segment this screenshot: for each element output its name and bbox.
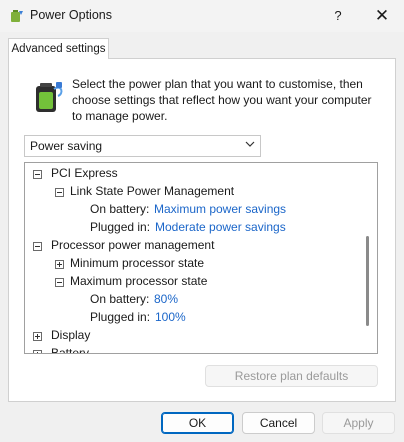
expand-icon[interactable] (33, 350, 42, 353)
expand-icon[interactable] (55, 260, 64, 269)
tree-item-max-state[interactable]: Maximum processor state (70, 272, 207, 290)
power-plan-select[interactable]: Power saving (24, 135, 261, 157)
close-button[interactable]: ✕ (360, 0, 404, 32)
collapse-icon[interactable] (33, 170, 42, 179)
tree-item-pci-express[interactable]: PCI Express (51, 164, 118, 182)
collapse-icon[interactable] (55, 188, 64, 197)
tree-item-link-state[interactable]: Link State Power Management (70, 182, 234, 200)
max-plugged-value[interactable]: 100% (155, 308, 186, 326)
window-title: Power Options (30, 8, 112, 22)
setting-label: On battery: (90, 202, 150, 216)
cancel-button[interactable]: Cancel (242, 412, 315, 434)
restore-defaults-button[interactable]: Restore plan defaults (205, 365, 378, 387)
max-on-battery-value[interactable]: 80% (154, 290, 178, 308)
collapse-icon[interactable] (55, 278, 64, 287)
tree-item-battery[interactable]: Battery (51, 344, 89, 353)
help-button[interactable]: ? (318, 0, 358, 32)
ok-button[interactable]: OK (161, 412, 234, 434)
tab-advanced-settings[interactable]: Advanced settings (8, 38, 109, 59)
tree-scrollbar[interactable] (366, 236, 369, 326)
tree-item-display[interactable]: Display (51, 326, 90, 344)
battery-icon (36, 82, 63, 112)
setting-label: On battery: (90, 292, 150, 306)
setting-label: Plugged in: (90, 220, 151, 234)
collapse-icon[interactable] (33, 242, 42, 251)
title-bar: Power Options ? ✕ (0, 0, 404, 32)
expand-icon[interactable] (33, 332, 42, 341)
power-plan-value: Power saving (30, 139, 103, 153)
tree-item-min-state[interactable]: Minimum processor state (70, 254, 204, 272)
setting-label: Plugged in: (90, 310, 151, 324)
power-options-icon (11, 10, 23, 22)
link-on-battery-value[interactable]: Maximum power savings (154, 200, 286, 218)
settings-tree[interactable]: PCI Express Link State Power Management … (24, 162, 378, 354)
tree-item-processor[interactable]: Processor power management (51, 236, 214, 254)
chevron-down-icon (245, 141, 255, 147)
description-text: Select the power plan that you want to c… (72, 77, 372, 123)
apply-button[interactable]: Apply (322, 412, 395, 434)
link-plugged-value[interactable]: Moderate power savings (155, 218, 286, 236)
